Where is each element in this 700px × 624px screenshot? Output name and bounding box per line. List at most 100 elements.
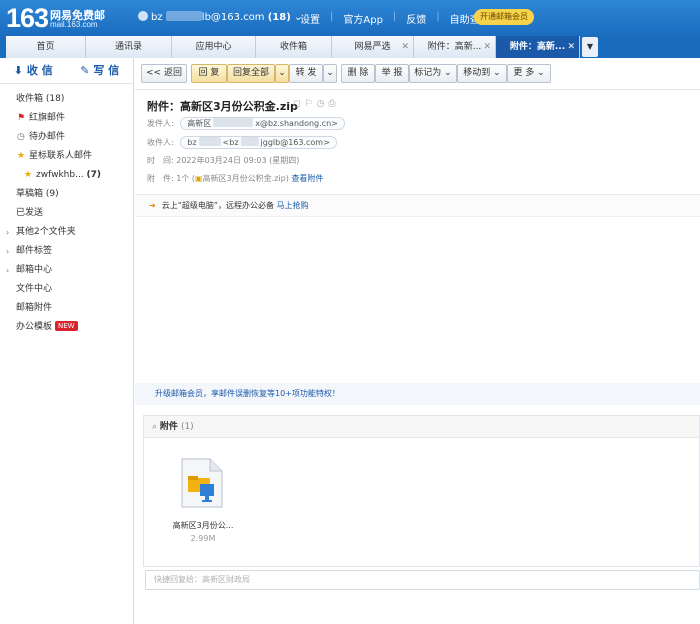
sidebar-item-sent[interactable]: 已发送	[0, 204, 133, 223]
attachment-file-name[interactable]: 高新区3月份公积金.zip	[203, 174, 286, 183]
promo-text: 云上“超级电脑”，远程办公必备	[161, 201, 274, 210]
flag-icon[interactable]: ⚐	[304, 99, 316, 109]
top-bar: 163 网易免费邮 mail.163.com bz lb@163.com (18…	[0, 0, 700, 36]
edit-icon: ✎	[80, 64, 90, 77]
chevron-down-icon: ▼	[586, 42, 594, 51]
tab-inbox[interactable]: 收件箱	[256, 36, 332, 58]
star-icon: ★	[24, 170, 33, 180]
separator: |	[392, 11, 397, 22]
recipient-address[interactable]: bz <bz jgglb@163.com>	[180, 136, 337, 149]
sidebar-item-count: (7)	[86, 170, 102, 180]
quick-reply-input[interactable]: 快捷回复给：高新区财政局	[145, 570, 700, 590]
attachment-paren: )	[285, 174, 289, 183]
mark-label: 标记为	[414, 68, 442, 78]
close-icon[interactable]: ✕	[483, 36, 491, 58]
close-icon[interactable]: ✕	[567, 36, 575, 58]
tab-attachment-1[interactable]: 附件：高新... ✕	[414, 36, 496, 58]
forward-dropdown[interactable]: ⌄	[323, 64, 337, 83]
forward-button[interactable]: 转 发	[289, 64, 323, 83]
vip-button[interactable]: 开通邮箱会员	[474, 9, 534, 25]
sidebar-item-label: 红旗邮件	[29, 113, 66, 123]
top-links: 设置 | 官方App | 反馈 | 自助查询	[300, 11, 490, 26]
sidebar-item-label: 其他2个文件夹	[16, 227, 76, 237]
folder-list: 收件箱 (18) ⚑ 红旗邮件 ◷ 待办邮件 ★ 星标联系人邮件 ★ zwfwkhb..…	[0, 84, 133, 337]
sidebar-item-label: 已发送	[16, 208, 44, 218]
download-icon: ⬇	[13, 64, 24, 77]
attachment-file-name[interactable]: 高新区3月份公...	[158, 520, 248, 531]
reply-dropdown[interactable]: ⌄	[275, 64, 289, 83]
sidebar-item-label: 邮箱附件	[16, 303, 53, 313]
attachment-row: 附 件: 1个 (▣高新区3月份公积金.zip) 查看附件	[147, 173, 323, 184]
back-button[interactable]: << 返回	[141, 64, 187, 83]
user-suffix: lb@163.com	[201, 12, 265, 23]
settings-link[interactable]: 设置	[300, 11, 320, 26]
time-label: 时 间:	[147, 156, 174, 165]
attachment-file-size: 2.99M	[190, 534, 216, 543]
promo-banner: ➜ 云上“超级电脑”，远程办公必备 马上抢购	[135, 195, 700, 217]
sidebar-item-label: 文件中心	[16, 284, 53, 294]
logo-number[interactable]: 163	[6, 3, 49, 34]
sidebar-actions: ⬇ 收 信 ✎ 写 信	[0, 58, 133, 84]
bookmark-icon[interactable]: ◻	[293, 99, 304, 109]
sidebar-item-contact[interactable]: ★ zwfwkhb... (7)	[0, 166, 133, 185]
official-app-link[interactable]: 官方App	[343, 11, 383, 26]
clock-icon: ◷	[17, 132, 25, 142]
chevron-down-icon: ⌄	[444, 68, 452, 78]
redacted-region	[240, 137, 259, 146]
feedback-link[interactable]: 反馈	[406, 11, 426, 26]
compose-button[interactable]: ✎ 写 信	[67, 58, 134, 83]
sender-address[interactable]: 高新区 x@bz.shandong.cn>	[180, 117, 345, 130]
sidebar-item-flagged[interactable]: ⚑ 红旗邮件	[0, 109, 133, 128]
more-button[interactable]: 更 多 ⌄	[507, 64, 551, 83]
tab-contacts[interactable]: 通讯录	[86, 36, 172, 58]
upgrade-banner[interactable]: 升级邮箱会员，享邮件误删恢复等10+项功能特权！	[135, 383, 700, 405]
sidebar-item-tags[interactable]: › 邮件标签	[0, 242, 133, 261]
reply-button[interactable]: 回 复	[191, 64, 227, 83]
mail-header: 附件：高新区3月份公积金.zip ◻⚐◷⎙ 发件人: 高新区 x@bz.shand…	[135, 90, 700, 195]
sidebar-item-starred[interactable]: ★ 星标联系人邮件	[0, 147, 133, 166]
chevron-down-icon: ⌄	[326, 68, 334, 78]
user-prefix: bz	[151, 12, 163, 23]
tab-app-center[interactable]: 应用中心	[172, 36, 256, 58]
chevron-down-icon: ⌄	[537, 68, 545, 78]
sidebar-item-label: 草稿箱 (9)	[16, 189, 59, 199]
report-button[interactable]: 举 报	[375, 64, 409, 83]
unread-count: (18)	[267, 12, 291, 23]
sidebar-item-mail-center[interactable]: › 邮箱中心	[0, 261, 133, 280]
delete-button[interactable]: 删 除	[341, 64, 375, 83]
flag-icon: ⚑	[17, 113, 26, 123]
sidebar-item-file-center[interactable]: 文件中心	[0, 280, 133, 299]
sidebar-item-inbox[interactable]: 收件箱 (18)	[0, 90, 133, 109]
close-icon[interactable]: ✕	[401, 36, 409, 58]
sidebar-item-attachments[interactable]: 邮箱附件	[0, 299, 133, 318]
zip-file-icon: ▣	[195, 174, 203, 183]
attachment-count: 1个 (	[176, 174, 196, 183]
new-badge: NEW	[55, 321, 78, 331]
sidebar-item-drafts[interactable]: 草稿箱 (9)	[0, 185, 133, 204]
chevron-right-icon: ›	[6, 266, 10, 275]
tab-home[interactable]: 首页	[6, 36, 86, 58]
receive-label: 收 信	[26, 64, 53, 77]
sidebar-item-templates[interactable]: 办公模板 NEW	[0, 318, 133, 337]
promo-link[interactable]: 马上抢购	[277, 201, 309, 210]
view-attachment-link[interactable]: 查看附件	[291, 174, 323, 183]
more-label: 更 多	[513, 68, 535, 78]
move-to-button[interactable]: 移动到 ⌄	[457, 64, 507, 83]
sender-name: 高新区	[187, 119, 212, 128]
tab-yanxuan[interactable]: 网易严选 ✕	[332, 36, 414, 58]
tab-bar: 首页 通讯录 应用中心 收件箱 网易严选 ✕ 附件：高新... ✕ 附件：高新...…	[0, 36, 700, 58]
sidebar-item-todo[interactable]: ◷ 待办邮件	[0, 128, 133, 147]
sidebar-item-label: 办公模板	[16, 322, 53, 332]
recipient-email-start: <bz	[222, 138, 239, 147]
reply-all-button[interactable]: 回复全部	[227, 64, 275, 83]
tab-more-button[interactable]: ▼	[582, 37, 598, 57]
attachment-file[interactable]: 高新区3月份公... 2.99M	[158, 454, 248, 554]
receive-button[interactable]: ⬇ 收 信	[0, 58, 67, 83]
from-label: 发件人:	[147, 119, 174, 128]
mark-as-button[interactable]: 标记为 ⌄	[409, 64, 457, 83]
user-account[interactable]: bz lb@163.com (18) ⌄	[138, 11, 302, 23]
print-icon[interactable]: ⎙	[328, 99, 339, 109]
clock-icon[interactable]: ◷	[317, 99, 329, 109]
tab-attachment-2[interactable]: 附件：高新... ✕	[496, 36, 580, 58]
sidebar-item-other-folders[interactable]: › 其他2个文件夹	[0, 223, 133, 242]
